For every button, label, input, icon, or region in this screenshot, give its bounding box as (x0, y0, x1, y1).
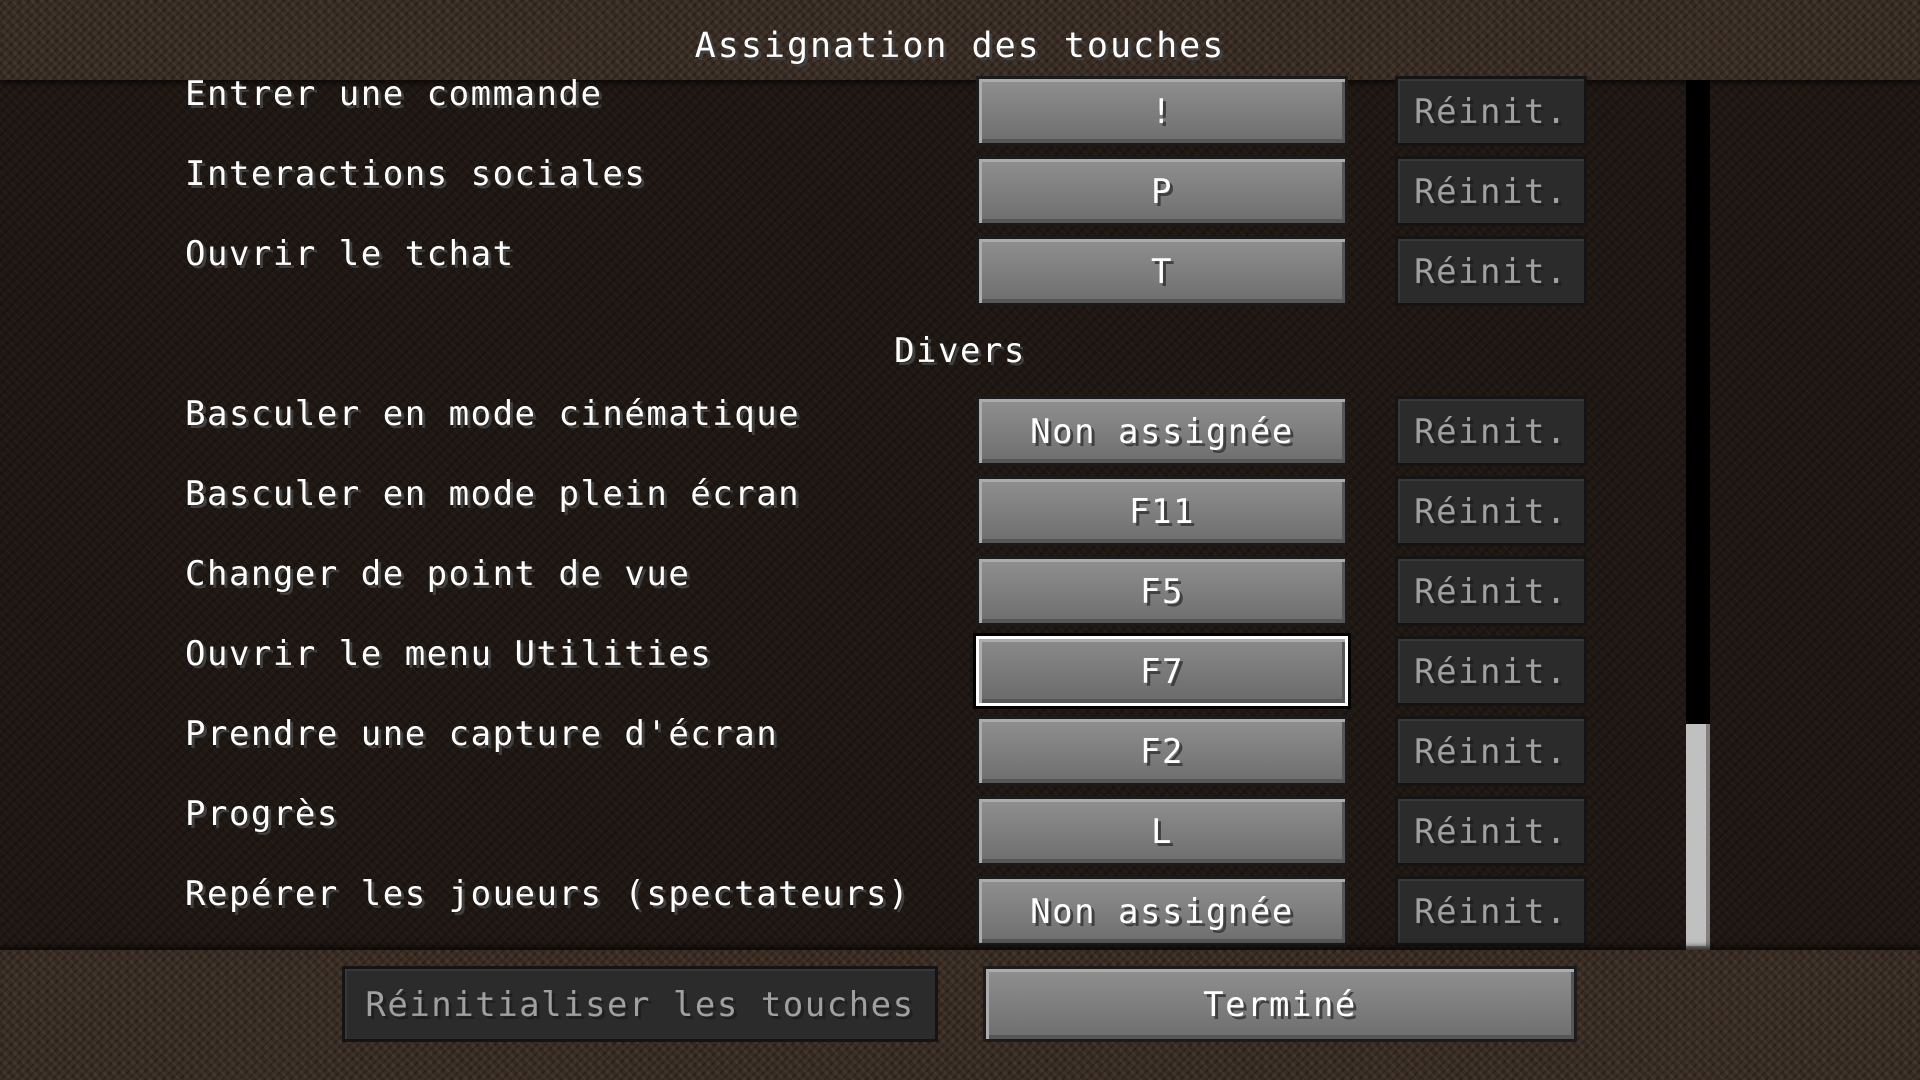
reset-button-perspective[interactable]: Réinit. (1395, 556, 1587, 626)
keybind-button-command[interactable]: ! (976, 76, 1348, 146)
keybind-label: Ouvrir le menu Utilities (185, 634, 713, 674)
screen-title: Assignation des touches (694, 26, 1226, 66)
header-bar: Assignation des touches (0, 0, 1920, 80)
keybind-list: Entrer une commande ! Réinit. Interactio… (0, 74, 1920, 952)
reset-all-keys-button[interactable]: Réinitialiser les touches (342, 966, 938, 1042)
keybind-row-command: Entrer une commande ! Réinit. (0, 72, 1920, 152)
keybind-row-fullscreen: Basculer en mode plein écran F11 Réinit. (0, 472, 1920, 552)
category-heading-misc: Divers (894, 331, 1026, 371)
keybind-label: Ouvrir le tchat (185, 234, 515, 274)
keybind-button-fullscreen[interactable]: F11 (976, 476, 1348, 546)
keybind-label: Basculer en mode plein écran (185, 474, 801, 514)
keybind-row-screenshot: Prendre une capture d'écran F2 Réinit. (0, 712, 1920, 792)
reset-button-screenshot[interactable]: Réinit. (1395, 716, 1587, 786)
keybind-label: Interactions sociales (185, 154, 647, 194)
keybind-button-advancements[interactable]: L (976, 796, 1348, 866)
keybind-button-cinematic[interactable]: Non assignée (976, 396, 1348, 466)
reset-button-advancements[interactable]: Réinit. (1395, 796, 1587, 866)
keybind-label: Repérer les joueurs (spectateurs) (185, 874, 911, 914)
keybind-row-advancements: Progrès L Réinit. (0, 792, 1920, 872)
keybind-label: Entrer une commande (185, 74, 603, 114)
done-button[interactable]: Terminé (983, 966, 1577, 1042)
reset-button-spectator-outlines[interactable]: Réinit. (1395, 876, 1587, 946)
keybind-button-utilities[interactable]: F7 (973, 633, 1351, 709)
keybind-label: Progrès (185, 794, 339, 834)
keybind-button-chat[interactable]: T (976, 236, 1348, 306)
keybind-label: Changer de point de vue (185, 554, 691, 594)
reset-button-fullscreen[interactable]: Réinit. (1395, 476, 1587, 546)
keybind-row-cinematic: Basculer en mode cinématique Non assigné… (0, 392, 1920, 472)
footer-bar (0, 950, 1920, 1080)
keybind-row-social: Interactions sociales P Réinit. (0, 152, 1920, 232)
reset-button-chat[interactable]: Réinit. (1395, 236, 1587, 306)
keybind-row-perspective: Changer de point de vue F5 Réinit. (0, 552, 1920, 632)
keybind-button-perspective[interactable]: F5 (976, 556, 1348, 626)
keybind-row-spectator-outlines: Repérer les joueurs (spectateurs) Non as… (0, 872, 1920, 952)
keybind-button-screenshot[interactable]: F2 (976, 716, 1348, 786)
reset-button-command[interactable]: Réinit. (1395, 76, 1587, 146)
keybind-row-chat: Ouvrir le tchat T Réinit. (0, 232, 1920, 312)
keybind-button-social[interactable]: P (976, 156, 1348, 226)
reset-button-cinematic[interactable]: Réinit. (1395, 396, 1587, 466)
scrollbar-thumb[interactable] (1686, 724, 1710, 950)
keybind-label: Basculer en mode cinématique (185, 394, 801, 434)
keybind-button-spectator-outlines[interactable]: Non assignée (976, 876, 1348, 946)
reset-button-social[interactable]: Réinit. (1395, 156, 1587, 226)
keybind-row-utilities: Ouvrir le menu Utilities F7 Réinit. (0, 632, 1920, 712)
keybind-label: Prendre une capture d'écran (185, 714, 779, 754)
reset-button-utilities[interactable]: Réinit. (1395, 636, 1587, 706)
scrollbar-track[interactable] (1686, 80, 1710, 950)
